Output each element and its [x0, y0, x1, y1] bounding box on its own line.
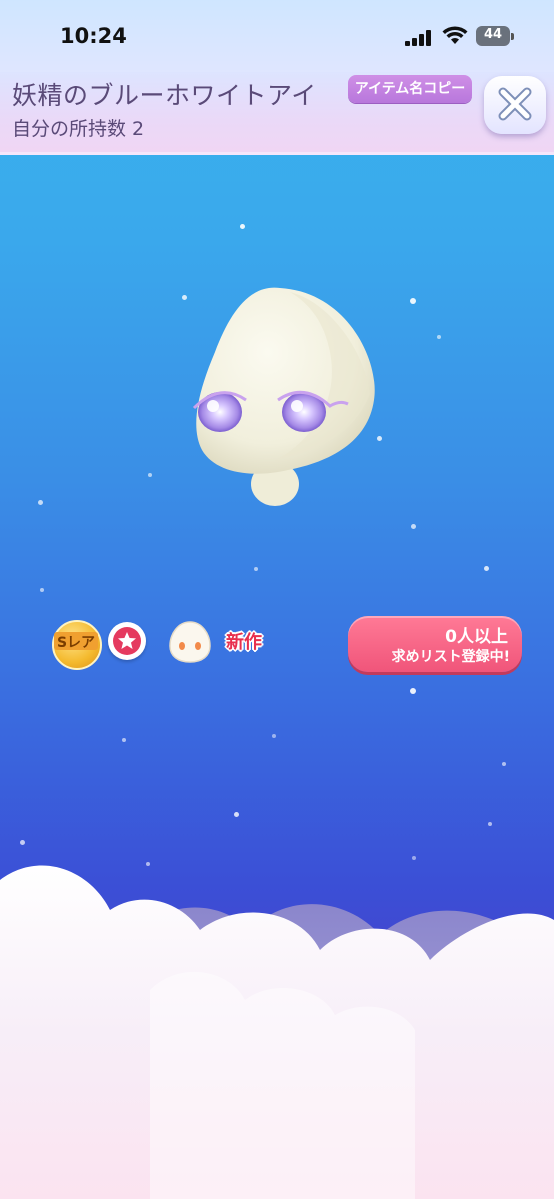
close-icon	[498, 87, 532, 121]
face-category-icon	[169, 621, 211, 663]
wish-list-button[interactable]: 0人以上 求めリスト登録中!	[348, 616, 522, 672]
status-time: 10:24	[60, 24, 127, 48]
rarity-label: Sレア	[56, 635, 96, 651]
star-icon	[118, 632, 136, 649]
wish-list-status: 求めリスト登録中!	[391, 649, 510, 665]
battery-level: 44	[483, 27, 503, 42]
wifi-icon	[442, 26, 468, 44]
favorite-star-badge[interactable]	[108, 622, 146, 660]
item-name: 妖精のブルーホワイトアイ	[12, 81, 317, 110]
battery-icon: 44	[476, 26, 514, 46]
copy-item-name-button[interactable]: アイテム名コピー	[348, 75, 472, 103]
status-bar: 10:24 44	[0, 0, 554, 72]
owned-count: 自分の所持数 2	[12, 118, 145, 140]
rarity-badge: Sレア	[48, 618, 104, 670]
signal-icon	[405, 30, 431, 46]
item-preview-face	[192, 287, 375, 506]
new-item-badge: 新作	[226, 632, 262, 653]
cloud-decoration	[0, 865, 554, 1199]
wish-list-count: 0人以上	[445, 627, 508, 647]
item-header: 妖精のブルーホワイトアイ 自分の所持数 2 アイテム名コピー	[0, 72, 554, 155]
close-button[interactable]	[484, 76, 546, 134]
